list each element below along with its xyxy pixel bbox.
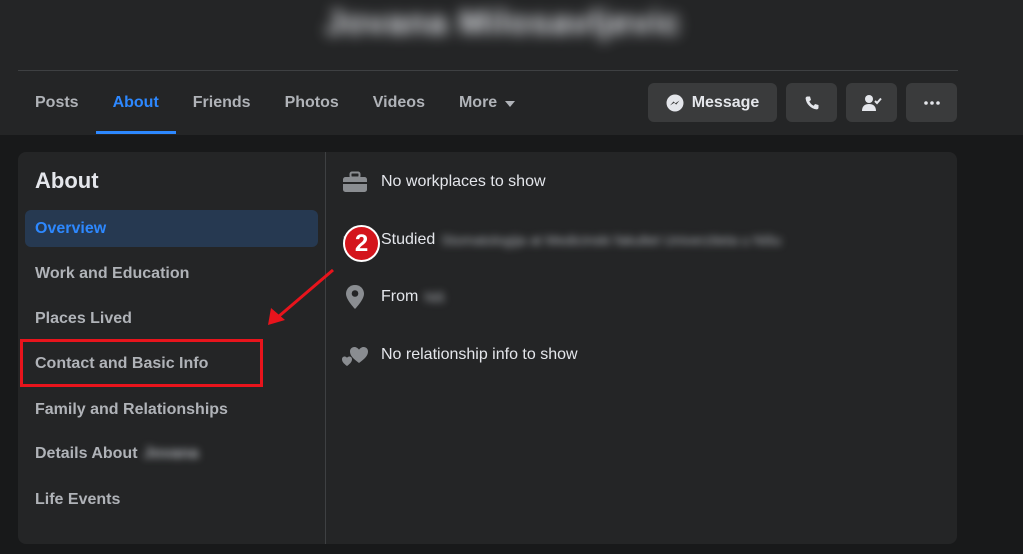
tab-more[interactable]: More: [442, 72, 532, 134]
sidebar-item-life-events[interactable]: Life Events: [25, 481, 318, 518]
tab-videos-label: Videos: [372, 94, 425, 111]
sidebar-item-label: Places Lived: [35, 309, 132, 327]
blurred-name: Jovana: [143, 444, 199, 462]
tab-posts[interactable]: Posts: [18, 72, 96, 134]
tab-about[interactable]: About: [95, 72, 176, 134]
briefcase-icon: [341, 168, 369, 196]
sidebar-item-places-lived[interactable]: Places Lived: [25, 300, 318, 337]
relationship-text: No relationship info to show: [381, 346, 578, 363]
caret-down-icon: [505, 101, 516, 107]
tab-more-label: More: [458, 94, 498, 111]
message-button-label: Message: [691, 93, 760, 111]
sidebar-item-label: Work and Education: [35, 264, 190, 282]
sidebar-item-label: Contact and Basic Info: [35, 354, 209, 372]
sidebar-item-label: Life Events: [35, 490, 121, 508]
sidebar-item-overview[interactable]: Overview: [25, 210, 318, 247]
info-relationship: No relationship info to show: [341, 340, 578, 370]
profile-name: Jovana Milosavljevic: [325, 4, 682, 42]
from-prefix: From: [381, 288, 419, 305]
tab-posts-label: Posts: [35, 94, 79, 111]
profile-header: Jovana Milosavljevic Posts About Friends…: [0, 0, 1023, 135]
info-work: No workplaces to show: [341, 167, 546, 197]
education-prefix: Studied: [381, 231, 436, 248]
step-badge: 2: [343, 225, 380, 262]
hearts-icon: [341, 341, 369, 369]
about-sidebar: About Overview Work and Education Places…: [18, 152, 326, 544]
sidebar-item-family-relationships[interactable]: Family and Relationships: [25, 391, 318, 428]
phone-icon: [804, 95, 820, 111]
sidebar-item-label: Details About: [35, 444, 138, 462]
sidebar-item-label: Overview: [35, 219, 107, 237]
tab-videos[interactable]: Videos: [356, 72, 442, 134]
sidebar-item-details-about[interactable]: Details About Jovana: [25, 435, 318, 472]
sidebar-item-work-education[interactable]: Work and Education: [25, 255, 318, 292]
location-pin-icon: [341, 283, 369, 311]
tab-photos-label: Photos: [284, 94, 339, 111]
about-panel: About Overview Work and Education Places…: [18, 152, 957, 544]
sidebar-item-label: Family and Relationships: [35, 400, 228, 418]
tab-about-label: About: [112, 94, 159, 111]
call-button[interactable]: [786, 83, 837, 122]
profile-tabs: Posts About Friends Photos Videos More: [18, 72, 532, 134]
ellipsis-icon: [923, 100, 940, 105]
header-divider: [18, 70, 958, 71]
tab-photos[interactable]: Photos: [268, 72, 356, 134]
messenger-icon: [666, 94, 684, 112]
about-title: About: [35, 168, 99, 193]
info-education: Studied Stomatologija at Medicinski faku…: [341, 225, 781, 255]
message-button[interactable]: Message: [648, 83, 777, 122]
education-blurred[interactable]: Stomatologija at Medicinski fakultet Uni…: [441, 232, 781, 248]
tab-friends[interactable]: Friends: [176, 72, 268, 134]
friend-status-button[interactable]: [846, 83, 897, 122]
from-blurred[interactable]: Niš: [424, 289, 444, 305]
info-hometown: From Niš: [341, 282, 445, 312]
friend-check-icon: [861, 94, 882, 112]
tab-friends-label: Friends: [192, 94, 251, 111]
more-options-button[interactable]: [906, 83, 957, 122]
work-text: No workplaces to show: [381, 173, 546, 190]
sidebar-item-contact-basic-info[interactable]: Contact and Basic Info: [25, 345, 318, 382]
